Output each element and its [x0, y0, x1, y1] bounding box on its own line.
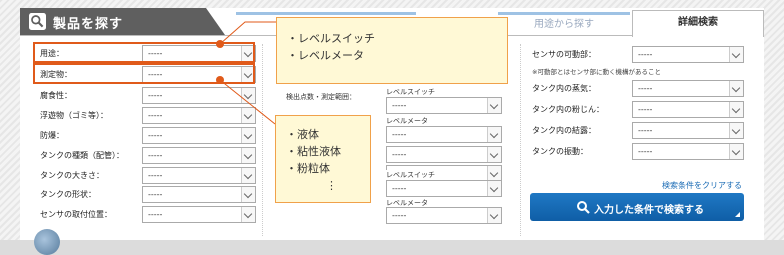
callout-line: ・粘性液体 — [286, 145, 341, 158]
search-submit-button[interactable]: 入力した条件で検索する — [530, 193, 744, 221]
moving-parts-note: ※可動部とはセンサ部に動く機構があること — [532, 68, 661, 76]
connector-dot — [216, 40, 224, 48]
field-label: タンク内の結露： — [532, 126, 596, 135]
range-select[interactable]: ----- — [386, 146, 502, 163]
chevron-down-icon — [487, 147, 501, 162]
chevron-down-icon — [729, 81, 743, 96]
field-row-tank-vapor: タンク内の蒸気： ----- — [532, 80, 744, 97]
select-value: ----- — [392, 101, 407, 110]
chevron-down-icon — [487, 181, 501, 196]
level-meter-select[interactable]: ----- — [386, 207, 502, 224]
callout-measured-objects: ・液体 ・粘性液体 ・粉粒体 ⋮ — [275, 115, 371, 203]
callout-line: ⋮ — [326, 179, 337, 192]
field-label: センサの可動部： — [532, 50, 596, 59]
tank-condensation-select[interactable]: ----- — [632, 122, 744, 139]
level-meter-select[interactable]: ----- — [386, 126, 502, 143]
select-value: ----- — [638, 50, 653, 59]
globe-icon — [34, 229, 60, 255]
field-label: タンク内の粉じん： — [532, 105, 604, 114]
group-label: レベルメータ — [386, 117, 428, 125]
level-switch-select[interactable]: ----- — [386, 180, 502, 197]
chevron-down-icon — [729, 123, 743, 138]
callout-line: ・液体 — [286, 128, 319, 141]
clear-conditions-link[interactable]: 検索条件をクリアする — [662, 180, 742, 191]
field-label: タンクの振動： — [532, 147, 588, 156]
chevron-down-icon — [729, 47, 743, 62]
select-value: ----- — [392, 184, 407, 193]
tank-dust-select[interactable]: ----- — [632, 101, 744, 118]
corner-arrow-icon — [735, 212, 740, 217]
chevron-down-icon — [487, 166, 501, 181]
field-row-tank-dust: タンク内の粉じん： ----- — [532, 101, 744, 118]
tank-vibration-select[interactable]: ----- — [632, 143, 744, 160]
chevron-down-icon — [729, 102, 743, 117]
tab-detailed-search[interactable]: 詳細検索 — [632, 10, 764, 37]
select-value: ----- — [638, 84, 653, 93]
tank-vapor-select[interactable]: ----- — [632, 80, 744, 97]
group-label: レベルスイッチ — [386, 88, 435, 96]
level-switch-select[interactable]: ----- — [386, 97, 502, 114]
field-label: タンク内の蒸気： — [532, 84, 596, 93]
connector-dot — [216, 76, 224, 84]
chevron-down-icon — [487, 98, 501, 113]
chevron-down-icon — [729, 144, 743, 159]
select-value: ----- — [392, 130, 407, 139]
moving-parts-select[interactable]: ----- — [632, 46, 744, 63]
detection-range-label: 検出点数・測定範囲： — [286, 93, 356, 101]
search-button-label: 入力した条件で検索する — [594, 205, 704, 216]
select-value: ----- — [638, 105, 653, 114]
search-icon — [577, 201, 590, 214]
select-value: ----- — [392, 150, 407, 159]
callout-line: ・レベルスイッチ — [287, 32, 375, 45]
select-value: ----- — [638, 147, 653, 156]
callout-line: ・粉粒体 — [286, 162, 330, 175]
field-row-tank-vibration: タンクの振動： ----- — [532, 143, 744, 160]
chevron-down-icon — [487, 127, 501, 142]
chevron-down-icon — [487, 208, 501, 223]
select-value: ----- — [392, 211, 407, 220]
callout-sensor-types: ・レベルスイッチ ・レベルメータ — [276, 17, 508, 84]
field-row-moving-parts: センサの可動部： ----- — [532, 46, 744, 63]
field-row-tank-condensation: タンク内の結露： ----- — [532, 122, 744, 139]
select-value: ----- — [638, 126, 653, 135]
callout-line: ・レベルメータ — [287, 49, 364, 62]
group-label: レベルスイッチ — [386, 170, 441, 180]
